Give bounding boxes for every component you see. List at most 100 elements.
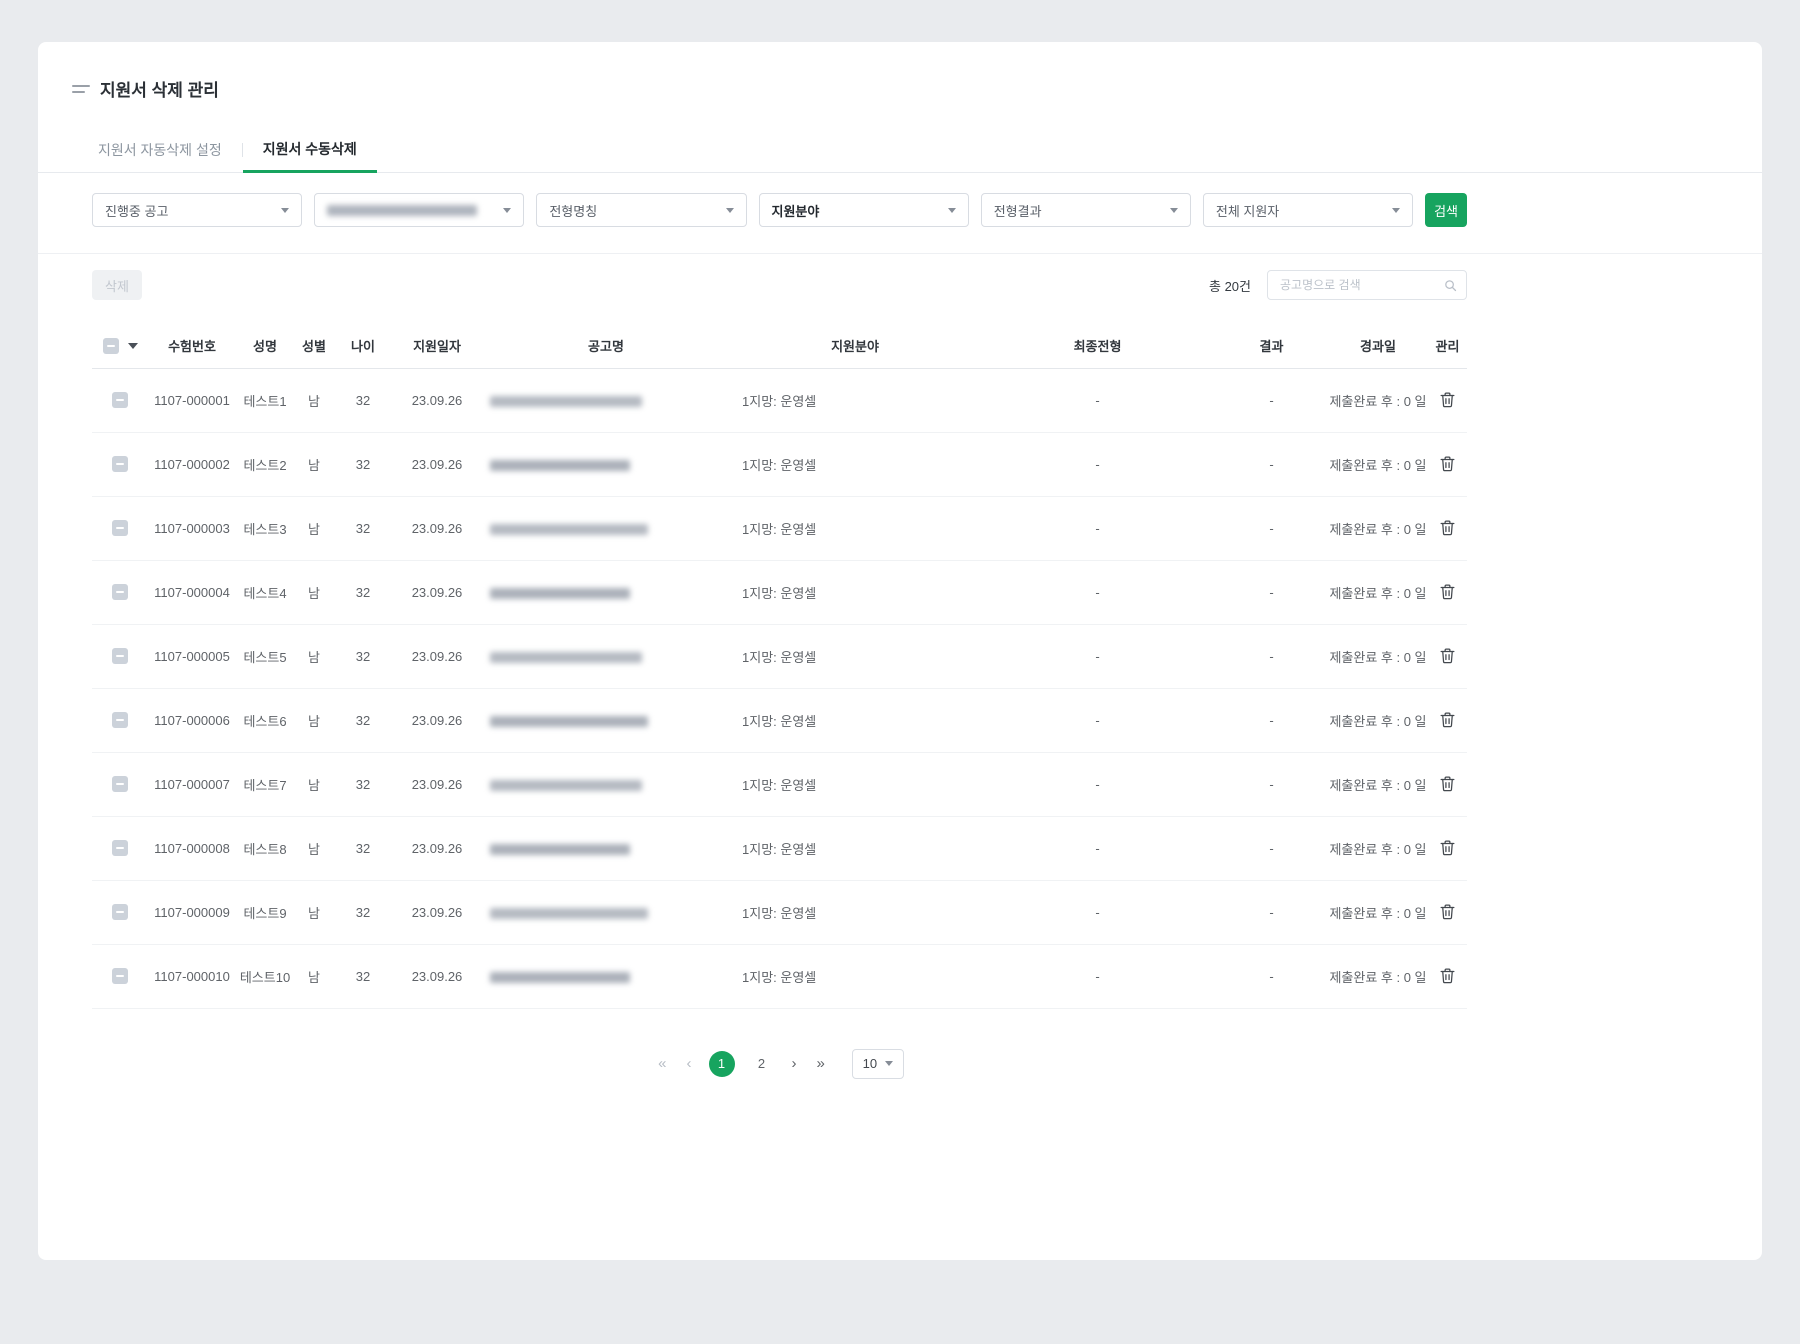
row-select-cell xyxy=(92,816,148,881)
menu-icon[interactable] xyxy=(72,84,90,93)
announcement-search-box xyxy=(1267,270,1467,300)
final-stage-cell: - xyxy=(980,432,1215,497)
final-stage-cell: - xyxy=(980,816,1215,881)
gender-cell: 남 xyxy=(294,880,334,945)
filter-value: 진행중 공고 xyxy=(105,203,169,219)
announcement-redacted xyxy=(490,395,642,407)
filter-dropdown-3[interactable]: 전형명칭 xyxy=(536,193,747,227)
age-cell: 32 xyxy=(334,368,392,433)
first-page-icon[interactable]: « xyxy=(655,1055,669,1072)
filter-dropdown-1[interactable]: 진행중 공고 xyxy=(92,193,303,227)
apply-date-cell: 23.09.26 xyxy=(392,496,482,561)
tab-auto-delete-settings[interactable]: 지원서 자동삭제 설정 xyxy=(78,127,242,173)
page-1-button[interactable]: 1 xyxy=(708,1050,735,1077)
delete-row-button[interactable] xyxy=(1436,580,1459,603)
delete-row-button[interactable] xyxy=(1436,644,1459,667)
announcement-redacted xyxy=(490,779,642,791)
page-numbers: 12 xyxy=(708,1050,775,1077)
filter-dropdown-5[interactable]: 전형결과 xyxy=(980,193,1191,227)
delete-row-button[interactable] xyxy=(1436,900,1459,923)
chevron-down-icon xyxy=(885,1061,894,1066)
delete-row-button[interactable] xyxy=(1436,708,1459,731)
row-checkbox[interactable] xyxy=(112,776,128,793)
row-checkbox[interactable] xyxy=(112,392,128,409)
search-button[interactable]: 검색 xyxy=(1425,193,1468,227)
manage-cell xyxy=(1428,624,1467,689)
applied-field-cell: 1지망: 운영셀 xyxy=(730,496,980,561)
next-page-icon[interactable]: › xyxy=(789,1055,800,1072)
filter-dropdown-6[interactable]: 전체 지원자 xyxy=(1202,193,1414,227)
row-checkbox[interactable] xyxy=(112,712,128,729)
filter-dropdown-2[interactable] xyxy=(314,193,525,227)
delete-row-button[interactable] xyxy=(1436,388,1459,411)
age-cell: 32 xyxy=(334,624,392,689)
announcement-search-input[interactable] xyxy=(1278,277,1443,293)
row-checkbox[interactable] xyxy=(112,904,128,921)
column-header-apply_date: 지원일자 xyxy=(392,324,482,369)
announcement-cell xyxy=(482,816,730,881)
gender-cell: 남 xyxy=(294,944,334,1009)
row-checkbox[interactable] xyxy=(112,520,128,537)
announcement-redacted xyxy=(490,459,630,471)
name-cell: 테스트10 xyxy=(236,944,294,1009)
exam-number-cell: 1107-000004 xyxy=(148,560,236,625)
gender-cell: 남 xyxy=(294,496,334,561)
search-icon[interactable] xyxy=(1443,278,1458,293)
result-cell: - xyxy=(1215,368,1328,433)
pagination: « ‹ 12 › » 10 xyxy=(92,1048,1467,1079)
toolbar-right: 총 20건 xyxy=(1209,270,1467,300)
row-select-cell xyxy=(92,496,148,561)
table-header-row: 수험번호 성명 성별 나이 지원일자 공고명 지원분야 최종전형 결과 경과일 관리 xyxy=(92,324,1467,369)
filter-value: 전체 지원자 xyxy=(1215,203,1280,219)
select-all-checkbox[interactable] xyxy=(102,337,119,354)
row-checkbox[interactable] xyxy=(112,584,128,601)
name-cell: 테스트5 xyxy=(236,624,294,689)
row-checkbox[interactable] xyxy=(112,456,128,473)
select-options-caret-icon[interactable] xyxy=(127,342,138,349)
table-row: 1107-000006 테스트6 남 32 23.09.26 1지망: 운영셀 … xyxy=(92,688,1467,753)
last-page-icon[interactable]: » xyxy=(814,1055,828,1072)
manage-cell xyxy=(1428,432,1467,497)
prev-page-icon[interactable]: ‹ xyxy=(684,1055,695,1072)
exam-number-cell: 1107-000010 xyxy=(148,944,236,1009)
announcement-cell xyxy=(482,432,730,497)
delete-row-button[interactable] xyxy=(1436,836,1459,859)
apply-date-cell: 23.09.26 xyxy=(392,624,482,689)
table-body: 1107-000001 테스트1 남 32 23.09.26 1지망: 운영셀 … xyxy=(92,368,1467,1009)
exam-number-cell: 1107-000001 xyxy=(148,368,236,433)
row-checkbox[interactable] xyxy=(112,968,128,985)
row-select-cell xyxy=(92,752,148,817)
table-row: 1107-000010 테스트10 남 32 23.09.26 1지망: 운영셀… xyxy=(92,944,1467,1009)
delete-row-button[interactable] xyxy=(1436,772,1459,795)
age-cell: 32 xyxy=(334,944,392,1009)
result-cell: - xyxy=(1215,560,1328,625)
final-stage-cell: - xyxy=(980,496,1215,561)
manage-cell xyxy=(1428,816,1467,881)
column-header-name: 성명 xyxy=(236,324,294,369)
name-cell: 테스트9 xyxy=(236,880,294,945)
column-header-gender: 성별 xyxy=(294,324,334,369)
applied-field-cell: 1지망: 운영셀 xyxy=(730,560,980,625)
row-checkbox[interactable] xyxy=(112,840,128,857)
column-header-announcement: 공고명 xyxy=(482,324,730,369)
delete-row-button[interactable] xyxy=(1436,452,1459,475)
row-checkbox[interactable] xyxy=(112,648,128,665)
title-row: 지원서 삭제 관리 xyxy=(38,42,1762,101)
age-cell: 32 xyxy=(334,432,392,497)
chevron-down-icon xyxy=(1169,207,1178,213)
delete-selected-button[interactable]: 삭제 xyxy=(92,270,142,300)
delete-row-button[interactable] xyxy=(1436,964,1459,987)
page-size-select[interactable]: 10 xyxy=(851,1048,904,1079)
filter-dropdown-4[interactable]: 지원분야 xyxy=(758,193,969,227)
applied-field-cell: 1지망: 운영셀 xyxy=(730,944,980,1009)
gender-cell: 남 xyxy=(294,688,334,753)
row-select-cell xyxy=(92,624,148,689)
final-stage-cell: - xyxy=(980,624,1215,689)
delete-row-button[interactable] xyxy=(1436,516,1459,539)
announcement-cell xyxy=(482,944,730,1009)
tab-manual-delete[interactable]: 지원서 수동삭제 xyxy=(242,127,377,173)
announcement-cell xyxy=(482,624,730,689)
announcement-redacted xyxy=(490,651,642,663)
page-2-button[interactable]: 2 xyxy=(749,1051,775,1077)
announcement-redacted xyxy=(490,715,648,727)
